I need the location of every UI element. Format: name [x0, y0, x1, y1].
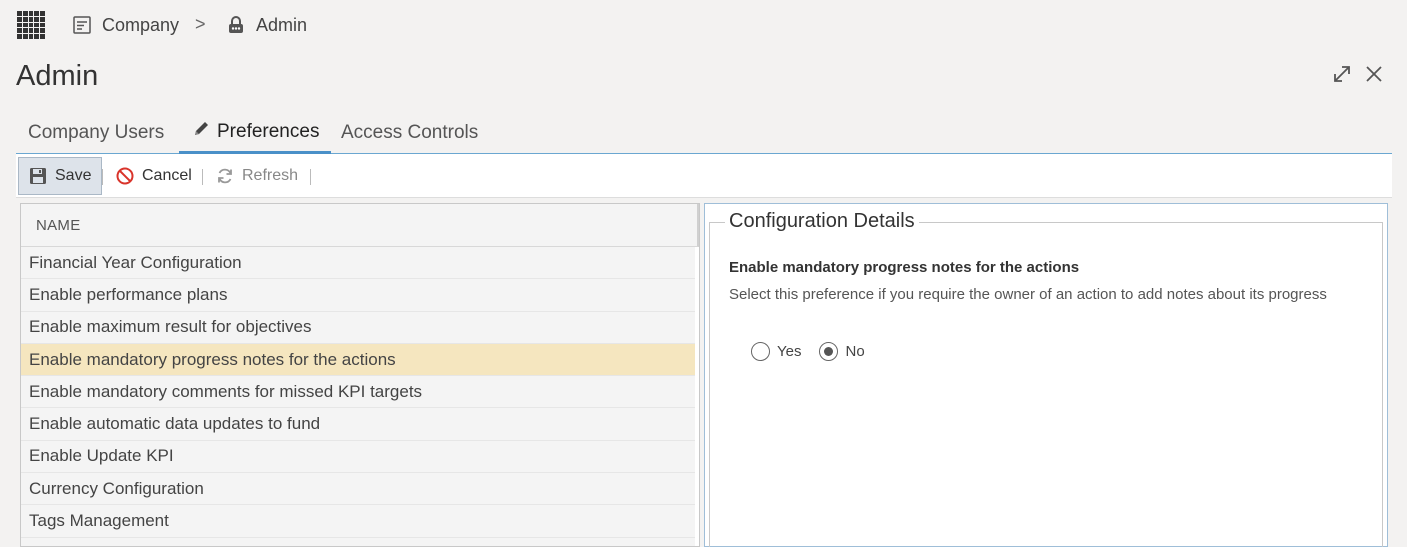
- toolbar-divider: [310, 169, 311, 185]
- radio-no-label: No: [845, 343, 865, 360]
- list-item[interactable]: Tags Management: [21, 505, 695, 538]
- preference-title: Enable mandatory progress notes for the …: [729, 259, 1080, 276]
- tab-bar: Company Users Preferences Access Control…: [16, 112, 1392, 154]
- refresh-button[interactable]: Refresh: [206, 157, 308, 195]
- list-item[interactable]: [21, 537, 695, 546]
- toolbar-divider: [102, 169, 103, 185]
- refresh-icon: [218, 168, 232, 184]
- preferences-list: NAME Financial Year Configuration Enable…: [20, 203, 700, 547]
- save-icon: [30, 168, 46, 184]
- list-item[interactable]: Enable performance plans: [21, 279, 695, 312]
- tab-preferences[interactable]: Preferences: [179, 112, 332, 154]
- page-title: Admin: [16, 60, 99, 92]
- cancel-icon: [116, 167, 134, 185]
- top-bar: Company > Admin: [0, 0, 1407, 50]
- list-item[interactable]: Enable Update KPI: [21, 440, 695, 474]
- save-button-label: Save: [55, 167, 92, 184]
- list-item[interactable]: Currency Configuration: [21, 473, 695, 506]
- close-icon[interactable]: [1364, 64, 1384, 84]
- radio-no[interactable]: No: [819, 342, 865, 361]
- cancel-button-label: Cancel: [142, 167, 192, 184]
- list-item[interactable]: Enable mandatory comments for missed KPI…: [21, 376, 695, 409]
- list-item[interactable]: Financial Year Configuration: [21, 247, 695, 280]
- tab-company-users[interactable]: Company Users: [16, 112, 176, 153]
- app-launcher-icon[interactable]: [17, 11, 45, 39]
- radio-selected-dot: [824, 347, 834, 356]
- breadcrumb-admin: Admin: [226, 13, 307, 37]
- toolbar: Save Cancel Refresh: [16, 154, 1392, 198]
- radio-no-circle[interactable]: [819, 342, 839, 361]
- breadcrumb-company-label: Company: [102, 14, 180, 35]
- list-header-name[interactable]: NAME: [21, 204, 699, 247]
- expand-icon[interactable]: [1332, 64, 1352, 84]
- document-icon: [73, 16, 91, 34]
- list-item-selected[interactable]: Enable mandatory progress notes for the …: [21, 343, 695, 377]
- list-item[interactable]: Enable maximum result for objectives: [21, 311, 695, 344]
- preference-description: Select this preference if you require th…: [729, 286, 1327, 303]
- chevron-right-icon: >: [195, 14, 206, 34]
- refresh-button-label: Refresh: [242, 167, 299, 184]
- toolbar-divider: [202, 169, 203, 185]
- radio-yes-circle[interactable]: [751, 342, 770, 361]
- breadcrumb-company[interactable]: Company: [72, 13, 179, 37]
- cancel-button[interactable]: Cancel: [106, 157, 202, 195]
- tab-preferences-label: Preferences: [217, 120, 320, 142]
- pencil-icon: [195, 121, 208, 135]
- save-button[interactable]: Save: [18, 157, 103, 195]
- radio-yes[interactable]: Yes: [751, 342, 801, 361]
- configuration-details-panel: Configuration Details Enable mandatory p…: [704, 203, 1388, 547]
- tab-access-controls[interactable]: Access Controls: [329, 112, 490, 153]
- breadcrumb-admin-label: Admin: [256, 14, 308, 35]
- configuration-legend: Configuration Details: [725, 210, 919, 233]
- radio-yes-label: Yes: [777, 343, 802, 360]
- list-item[interactable]: Enable automatic data updates to fund: [21, 408, 695, 441]
- lock-icon: [229, 16, 243, 33]
- preference-radio-group: Yes No: [751, 342, 883, 361]
